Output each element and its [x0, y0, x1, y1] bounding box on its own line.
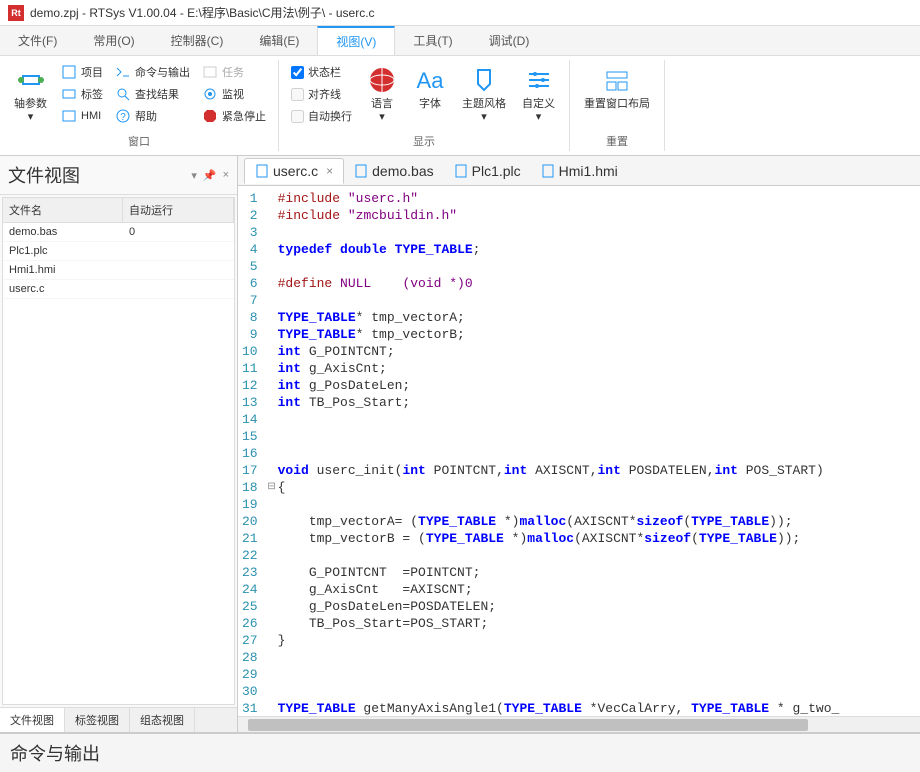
font-button[interactable]: Aa 字体 [408, 62, 452, 113]
axis-param-button[interactable]: 轴参数▾ [8, 62, 53, 126]
menu-bar: 文件(F)常用(O)控制器(C)编辑(E)视图(V)工具(T)调试(D) [0, 26, 920, 56]
language-button[interactable]: 语言▾ [360, 62, 404, 126]
output-panel-title: 命令与输出 [0, 732, 920, 772]
file-icon [541, 164, 555, 178]
status-bar-checkbox[interactable]: 状态栏 [287, 62, 356, 82]
help-button[interactable]: ?帮助 [111, 106, 194, 126]
horizontal-scrollbar[interactable] [238, 716, 920, 732]
panel-dropdown-icon[interactable]: ▾ [191, 169, 197, 182]
project-button[interactable]: 项目 [57, 62, 107, 82]
hmi-button[interactable]: HMI [57, 106, 107, 126]
ribbon-group-display: 状态栏 对齐线 自动换行 语言▾ Aa 字体 主题风格▾ 自定义▾ 显示 [279, 60, 570, 151]
theme-button[interactable]: 主题风格▾ [456, 62, 512, 126]
menu-2[interactable]: 控制器(C) [153, 26, 242, 55]
file-table: 文件名 自动运行 demo.bas0Plc1.plcHmi1.hmiuserc.… [2, 197, 235, 705]
close-icon[interactable]: × [326, 164, 333, 178]
col-autorun[interactable]: 自动运行 [123, 198, 234, 222]
menu-0[interactable]: 文件(F) [0, 26, 75, 55]
editor-tab[interactable]: Plc1.plc [444, 159, 531, 183]
menu-1[interactable]: 常用(O) [75, 26, 152, 55]
file-view-panel: 文件视图 ▾ 📌 × 文件名 自动运行 demo.bas0Plc1.plcHmi… [0, 156, 238, 732]
svg-text:?: ? [120, 112, 126, 123]
editor-tab[interactable]: demo.bas [344, 159, 443, 183]
reset-layout-button[interactable]: 重置窗口布局 [578, 62, 656, 113]
cmd-output-button[interactable]: 命令与输出 [111, 62, 194, 82]
menu-3[interactable]: 编辑(E) [241, 26, 317, 55]
code-content[interactable]: #include "userc.h"#include "zmcbuildin.h… [278, 186, 840, 716]
window-title: demo.zpj - RTSys V1.00.04 - E:\程序\Basic\… [30, 4, 375, 21]
panel-tab[interactable]: 组态视图 [130, 708, 195, 732]
file-icon [255, 164, 269, 178]
ribbon: 轴参数▾ 项目 标签 HMI 命令与输出 查找结果 ?帮助 任务 监视 紧急停止… [0, 56, 920, 156]
col-filename[interactable]: 文件名 [3, 198, 123, 222]
file-row[interactable]: demo.bas0 [3, 223, 234, 242]
auto-wrap-checkbox[interactable]: 自动换行 [287, 106, 356, 126]
editor-tab[interactable]: userc.c× [244, 158, 344, 184]
code-editor[interactable]: 1234567891011121314151617181920212223242… [238, 186, 920, 716]
editor-tabs: userc.c×demo.basPlc1.plcHmi1.hmi [238, 156, 920, 186]
file-row[interactable]: userc.c [3, 280, 234, 299]
task-button[interactable]: 任务 [198, 62, 270, 82]
app-icon: Rt [8, 5, 24, 21]
editor-tab[interactable]: Hmi1.hmi [531, 159, 628, 183]
panel-close-icon[interactable]: × [223, 169, 229, 182]
fold-column[interactable]: ⊟⊟ [266, 186, 278, 716]
panel-tab[interactable]: 标签视图 [65, 708, 130, 732]
panel-pin-icon[interactable]: 📌 [203, 169, 217, 182]
panel-tab[interactable]: 文件视图 [0, 708, 65, 732]
ribbon-group-reset: 重置窗口布局 重置 [570, 60, 665, 151]
align-line-checkbox[interactable]: 对齐线 [287, 84, 356, 104]
label-button[interactable]: 标签 [57, 84, 107, 104]
file-icon [354, 164, 368, 178]
title-bar: Rt demo.zpj - RTSys V1.00.04 - E:\程序\Bas… [0, 0, 920, 26]
custom-button[interactable]: 自定义▾ [516, 62, 561, 126]
panel-title: 文件视图 [8, 162, 80, 188]
editor-area: userc.c×demo.basPlc1.plcHmi1.hmi 1234567… [238, 156, 920, 732]
menu-6[interactable]: 调试(D) [471, 26, 548, 55]
file-row[interactable]: Hmi1.hmi [3, 261, 234, 280]
search-result-button[interactable]: 查找结果 [111, 84, 194, 104]
line-gutter: 1234567891011121314151617181920212223242… [238, 186, 266, 716]
file-row[interactable]: Plc1.plc [3, 242, 234, 261]
svg-text:Aa: Aa [417, 68, 445, 93]
monitor-button[interactable]: 监视 [198, 84, 270, 104]
menu-4[interactable]: 视图(V) [317, 26, 395, 55]
ribbon-group-window: 轴参数▾ 项目 标签 HMI 命令与输出 查找结果 ?帮助 任务 监视 紧急停止… [0, 60, 279, 151]
panel-tabs: 文件视图标签视图组态视图 [0, 707, 237, 732]
estop-button[interactable]: 紧急停止 [198, 106, 270, 126]
menu-5[interactable]: 工具(T) [395, 26, 470, 55]
file-icon [454, 164, 468, 178]
